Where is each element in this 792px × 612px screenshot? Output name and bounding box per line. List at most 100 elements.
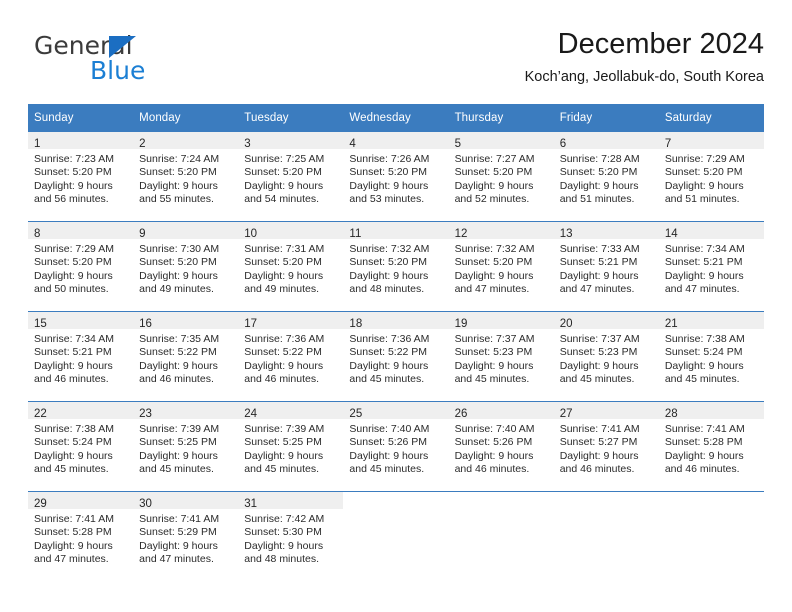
- daylight-text-line2: and 49 minutes.: [139, 283, 214, 296]
- day-number-strip: 18: [343, 312, 449, 330]
- day-cell-content: 17 Sunrise: 7:36 AM Sunset: 5:22 PM Dayligh…: [238, 312, 344, 401]
- page-title: December 2024: [557, 28, 764, 60]
- day-number: 12: [454, 228, 468, 240]
- calendar-day-cell[interactable]: 12 Sunrise: 7:32 AM Sunset: 5:20 PM Dayligh…: [448, 221, 554, 312]
- day-cell-content: 4 Sunrise: 7:26 AM Sunset: 5:20 PM Daylight…: [343, 132, 449, 221]
- daylight-text-line2: and 49 minutes.: [244, 283, 319, 296]
- sunset-text: Sunset: 5:23 PM: [454, 346, 533, 359]
- sunset-text: Sunset: 5:26 PM: [349, 436, 428, 449]
- daylight-text-line2: and 52 minutes.: [454, 193, 530, 206]
- day-details: Sunrise: 7:36 AM Sunset: 5:22 PM Daylight:…: [343, 329, 448, 387]
- day-number-strip: 23: [133, 402, 239, 420]
- day-number: 6: [559, 138, 567, 150]
- day-number: 24: [244, 408, 258, 420]
- day-details: Sunrise: 7:41 AM Sunset: 5:28 PM Daylight:…: [659, 419, 764, 477]
- day-number: 28: [664, 408, 678, 420]
- calendar-day-cell[interactable]: 6 Sunrise: 7:28 AM Sunset: 5:20 PM Daylight…: [553, 132, 659, 222]
- day-cell-content: 7 Sunrise: 7:29 AM Sunset: 5:20 PM Daylight…: [658, 132, 764, 221]
- day-cell-content: 25 Sunrise: 7:40 AM Sunset: 5:26 PM Dayligh…: [343, 402, 449, 491]
- calendar-day-cell[interactable]: 11 Sunrise: 7:32 AM Sunset: 5:20 PM Dayligh…: [343, 221, 449, 312]
- daylight-text-line1: Daylight: 9 hours: [664, 269, 744, 282]
- day-number: 17: [244, 318, 258, 330]
- day-details: Sunrise: 7:28 AM Sunset: 5:20 PM Daylight:…: [554, 149, 659, 207]
- calendar-day-cell[interactable]: 10 Sunrise: 7:31 AM Sunset: 5:20 PM Dayligh…: [238, 221, 344, 312]
- day-details: Sunrise: 7:38 AM Sunset: 5:24 PM Daylight:…: [659, 329, 764, 387]
- calendar-day-cell[interactable]: 15 Sunrise: 7:34 AM Sunset: 5:21 PM Dayligh…: [28, 311, 134, 402]
- sunset-text: Sunset: 5:23 PM: [559, 346, 638, 359]
- day-number-strip: 14: [658, 222, 764, 240]
- calendar-day-cell[interactable]: 5 Sunrise: 7:27 AM Sunset: 5:20 PM Daylight…: [448, 132, 554, 222]
- daylight-text-line1: Daylight: 9 hours: [559, 269, 639, 282]
- day-number-strip: 13: [553, 222, 659, 240]
- daylight-text-line2: and 45 minutes.: [349, 463, 425, 476]
- day-details: Sunrise: 7:37 AM Sunset: 5:23 PM Daylight:…: [554, 329, 659, 387]
- day-number: 19: [454, 318, 468, 330]
- sunset-text: Sunset: 5:20 PM: [454, 256, 533, 269]
- calendar-day-cell[interactable]: 23 Sunrise: 7:39 AM Sunset: 5:25 PM Dayligh…: [133, 401, 239, 492]
- sunrise-text: Sunrise: 7:34 AM: [34, 333, 114, 345]
- day-cell-content: 8 Sunrise: 7:29 AM Sunset: 5:20 PM Daylight…: [28, 222, 134, 311]
- daylight-text-line2: and 55 minutes.: [139, 193, 214, 206]
- day-number: 15: [34, 318, 47, 330]
- daylight-text-line2: and 46 minutes.: [34, 373, 109, 386]
- calendar-day-cell[interactable]: 30 Sunrise: 7:41 AM Sunset: 5:29 PM Dayligh…: [133, 491, 239, 581]
- day-details: Sunrise: 7:40 AM Sunset: 5:26 PM Daylight:…: [449, 419, 554, 477]
- day-details: Sunrise: 7:32 AM Sunset: 5:20 PM Daylight:…: [449, 239, 554, 297]
- day-number: 5: [454, 138, 461, 150]
- sunset-text: Sunset: 5:20 PM: [664, 166, 743, 179]
- daylight-text-line1: Daylight: 9 hours: [244, 359, 324, 372]
- day-details: Sunrise: 7:31 AM Sunset: 5:20 PM Daylight:…: [238, 239, 343, 297]
- calendar-day-cell[interactable]: 21 Sunrise: 7:38 AM Sunset: 5:24 PM Dayligh…: [658, 311, 764, 402]
- calendar-day-cell[interactable]: 27 Sunrise: 7:41 AM Sunset: 5:27 PM Dayligh…: [553, 401, 659, 492]
- calendar-day-cell[interactable]: 26 Sunrise: 7:40 AM Sunset: 5:26 PM Dayligh…: [448, 401, 554, 492]
- weekday-header-sunday: Sunday: [28, 104, 134, 132]
- day-number: 10: [244, 228, 258, 240]
- calendar-day-cell[interactable]: 29 Sunrise: 7:41 AM Sunset: 5:28 PM Dayligh…: [28, 491, 134, 581]
- calendar-day-cell[interactable]: 2 Sunrise: 7:24 AM Sunset: 5:20 PM Daylight…: [133, 132, 239, 222]
- calendar-day-cell[interactable]: 24 Sunrise: 7:39 AM Sunset: 5:25 PM Dayligh…: [238, 401, 344, 492]
- day-number: 7: [664, 138, 672, 150]
- sunrise-text: Sunrise: 7:36 AM: [244, 333, 325, 345]
- calendar-day-cell[interactable]: 4 Sunrise: 7:26 AM Sunset: 5:20 PM Daylight…: [343, 132, 449, 222]
- weekday-header-monday: Monday: [133, 104, 239, 132]
- sunset-text: Sunset: 5:22 PM: [349, 346, 428, 359]
- day-cell-content: 18 Sunrise: 7:36 AM Sunset: 5:22 PM Dayligh…: [343, 312, 449, 401]
- calendar-day-cell: [553, 491, 659, 581]
- calendar-day-cell[interactable]: 7 Sunrise: 7:29 AM Sunset: 5:20 PM Daylight…: [658, 132, 764, 222]
- calendar-day-cell[interactable]: 14 Sunrise: 7:34 AM Sunset: 5:21 PM Dayligh…: [658, 221, 764, 312]
- day-details: Sunrise: 7:34 AM Sunset: 5:21 PM Daylight:…: [28, 329, 133, 387]
- sunset-text: Sunset: 5:25 PM: [139, 436, 217, 449]
- day-cell-content: 27 Sunrise: 7:41 AM Sunset: 5:27 PM Dayligh…: [553, 402, 659, 491]
- daylight-text-line1: Daylight: 9 hours: [664, 359, 744, 372]
- generalblue-logo[interactable]: General Blue: [28, 32, 258, 90]
- page-header: General Blue December 2024 Koch’ang, Jeo…: [28, 26, 764, 94]
- day-number-strip: 12: [448, 222, 554, 240]
- calendar-day-cell[interactable]: 17 Sunrise: 7:36 AM Sunset: 5:22 PM Dayligh…: [238, 311, 344, 402]
- daylight-text-line2: and 46 minutes.: [559, 463, 635, 476]
- calendar-day-cell[interactable]: 20 Sunrise: 7:37 AM Sunset: 5:23 PM Dayligh…: [553, 311, 659, 402]
- day-details: Sunrise: 7:26 AM Sunset: 5:20 PM Daylight:…: [343, 149, 448, 207]
- sunset-text: Sunset: 5:20 PM: [244, 166, 322, 179]
- day-number-strip: 19: [448, 312, 554, 330]
- calendar-day-cell[interactable]: 16 Sunrise: 7:35 AM Sunset: 5:22 PM Dayligh…: [133, 311, 239, 402]
- day-number-strip: 28: [658, 402, 764, 420]
- day-number-strip: 1: [28, 132, 134, 150]
- calendar-day-cell[interactable]: 28 Sunrise: 7:41 AM Sunset: 5:28 PM Dayligh…: [658, 401, 764, 492]
- calendar-day-cell[interactable]: 1 Sunrise: 7:23 AM Sunset: 5:20 PM Daylight…: [28, 132, 134, 222]
- calendar-day-cell[interactable]: 19 Sunrise: 7:37 AM Sunset: 5:23 PM Dayligh…: [448, 311, 554, 402]
- calendar-day-cell[interactable]: 25 Sunrise: 7:40 AM Sunset: 5:26 PM Dayligh…: [343, 401, 449, 492]
- daylight-text-line2: and 48 minutes.: [349, 283, 425, 296]
- calendar-day-cell[interactable]: 18 Sunrise: 7:36 AM Sunset: 5:22 PM Dayligh…: [343, 311, 449, 402]
- day-cell-content: 13 Sunrise: 7:33 AM Sunset: 5:21 PM Dayligh…: [553, 222, 659, 311]
- calendar-day-cell[interactable]: 8 Sunrise: 7:29 AM Sunset: 5:20 PM Daylight…: [28, 221, 134, 312]
- day-details: Sunrise: 7:30 AM Sunset: 5:20 PM Daylight:…: [133, 239, 238, 297]
- calendar-day-cell: [343, 491, 449, 581]
- day-cell-content: 15 Sunrise: 7:34 AM Sunset: 5:21 PM Dayligh…: [28, 312, 134, 401]
- day-cell-content: 22 Sunrise: 7:38 AM Sunset: 5:24 PM Dayligh…: [28, 402, 134, 491]
- calendar-day-cell[interactable]: 13 Sunrise: 7:33 AM Sunset: 5:21 PM Dayligh…: [553, 221, 659, 312]
- calendar-day-cell[interactable]: 3 Sunrise: 7:25 AM Sunset: 5:20 PM Daylight…: [238, 132, 344, 222]
- calendar-day-cell[interactable]: 22 Sunrise: 7:38 AM Sunset: 5:24 PM Dayligh…: [28, 401, 134, 492]
- calendar-day-cell[interactable]: 9 Sunrise: 7:30 AM Sunset: 5:20 PM Daylight…: [133, 221, 239, 312]
- weekday-header-friday: Friday: [553, 104, 659, 132]
- calendar-day-cell[interactable]: 31 Sunrise: 7:42 AM Sunset: 5:30 PM Dayligh…: [238, 491, 344, 581]
